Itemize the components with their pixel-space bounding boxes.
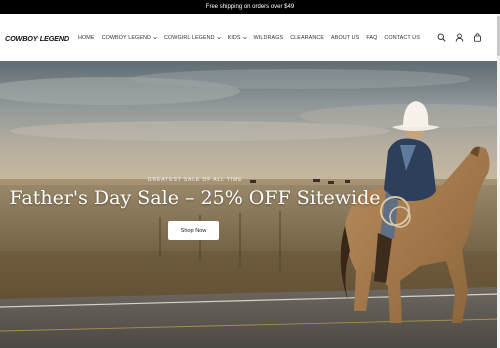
- nav-label: COWGIRL LEGEND: [164, 34, 215, 41]
- nav-label: ABOUT US: [331, 34, 360, 41]
- site-header: COWBOY LEGEND HOME COWBOY LEGEND COWGIRL…: [0, 14, 500, 61]
- logo-text-cowboy: COWBOY: [5, 33, 38, 43]
- hero-title: Father's Day Sale – 25% OFF Sitewide: [9, 187, 381, 209]
- chevron-down-icon: [153, 36, 157, 39]
- nav-label: CONTACT US: [384, 34, 420, 41]
- hero-banner: GREATEST SALE OF ALL TIME Father's Day S…: [0, 61, 500, 348]
- cart-icon[interactable]: [473, 33, 482, 42]
- nav-label: FAQ: [366, 34, 378, 41]
- nav-item-contact-us[interactable]: CONTACT US: [384, 35, 420, 41]
- shop-now-button[interactable]: Shop Now: [168, 221, 219, 240]
- nav-label: COWBOY LEGEND: [101, 34, 152, 41]
- header-icons: [437, 14, 482, 61]
- nav-label: CLEARANCE: [290, 34, 325, 41]
- nav-item-clearance[interactable]: CLEARANCE: [290, 35, 324, 41]
- nav-item-home[interactable]: HOME: [78, 35, 95, 41]
- nav-item-wildrags[interactable]: WILDRAGS: [254, 35, 284, 41]
- announcement-bar: Free shipping on orders over $49: [0, 0, 500, 14]
- main-nav: HOME COWBOY LEGEND COWGIRL LEGEND KIDS W…: [78, 14, 420, 61]
- nav-label: HOME: [78, 34, 95, 41]
- nav-label: WILDRAGS: [253, 34, 284, 41]
- nav-item-about-us[interactable]: ABOUT US: [331, 35, 359, 41]
- nav-item-faq[interactable]: FAQ: [366, 35, 377, 41]
- chevron-down-icon: [242, 36, 247, 39]
- search-icon[interactable]: [437, 33, 446, 42]
- nav-item-kids[interactable]: KIDS: [228, 35, 247, 41]
- brand-logo[interactable]: COWBOY LEGEND: [5, 31, 69, 45]
- nav-label: KIDS: [227, 34, 241, 41]
- logo-text-legend: LEGEND: [39, 33, 69, 43]
- account-icon[interactable]: [455, 33, 464, 42]
- nav-item-cowboy-legend[interactable]: COWBOY LEGEND: [102, 35, 157, 41]
- nav-item-cowgirl-legend[interactable]: COWGIRL LEGEND: [164, 35, 221, 41]
- hero-eyebrow: GREATEST SALE OF ALL TIME: [147, 177, 243, 183]
- announcement-text: Free shipping on orders over $49: [205, 4, 295, 10]
- chevron-down-icon: [216, 36, 221, 39]
